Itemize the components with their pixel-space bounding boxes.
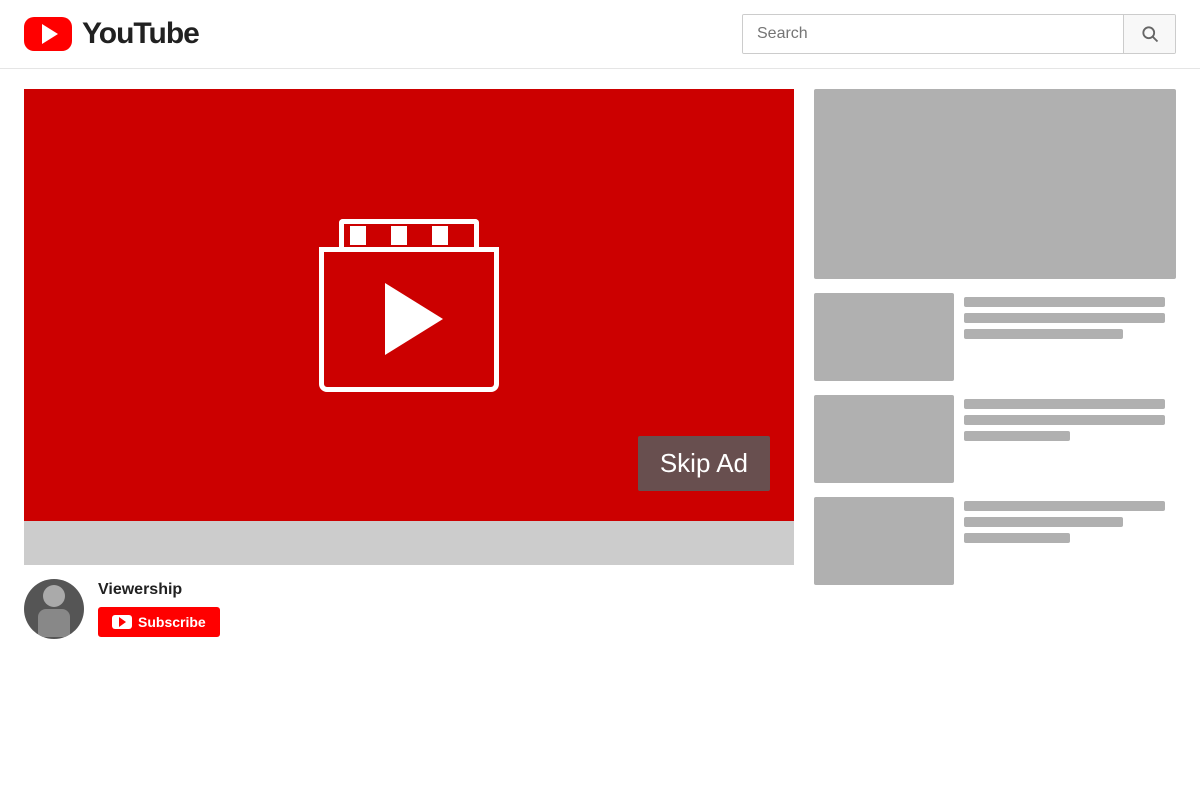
film-strip-4 xyxy=(411,226,427,245)
channel-details: Viewership Subscribe xyxy=(98,581,220,637)
film-strip-5 xyxy=(432,226,448,245)
youtube-play-triangle xyxy=(42,24,58,44)
avatar-body xyxy=(38,609,70,637)
suggested-list xyxy=(814,293,1176,585)
suggested-title-line-3 xyxy=(964,533,1070,543)
suggested-thumbnail xyxy=(814,497,954,585)
search-icon xyxy=(1140,24,1160,44)
film-play-triangle xyxy=(385,283,443,355)
film-strip-6 xyxy=(452,226,468,245)
avatar-head xyxy=(43,585,65,607)
list-item[interactable] xyxy=(814,497,1176,585)
suggested-thumbnail xyxy=(814,293,954,381)
ad-banner[interactable] xyxy=(814,89,1176,279)
suggested-title-line-2 xyxy=(964,313,1165,323)
list-item[interactable] xyxy=(814,395,1176,483)
suggested-title-line-3 xyxy=(964,431,1070,441)
subscribe-label: Subscribe xyxy=(138,614,206,630)
suggested-meta xyxy=(964,395,1176,441)
search-button[interactable] xyxy=(1123,15,1175,53)
video-controls-bar[interactable] xyxy=(24,521,794,565)
suggested-title-line-3 xyxy=(964,329,1123,339)
film-strip-3 xyxy=(391,226,407,245)
suggested-meta xyxy=(964,497,1176,543)
subscribe-button[interactable]: Subscribe xyxy=(98,607,220,637)
suggested-title-line-2 xyxy=(964,415,1165,425)
film-icon xyxy=(319,219,499,392)
film-body xyxy=(319,247,499,392)
suggested-title-line-2 xyxy=(964,517,1123,527)
subscribe-yt-icon xyxy=(112,615,132,629)
search-area xyxy=(742,14,1176,54)
film-top xyxy=(339,219,479,247)
skip-ad-button[interactable]: Skip Ad xyxy=(638,436,770,491)
suggested-title-line-1 xyxy=(964,501,1165,511)
suggested-meta xyxy=(964,293,1176,339)
subscribe-yt-play-triangle xyxy=(119,617,126,627)
main-content: Skip Ad Viewership Subscribe xyxy=(0,69,1200,659)
logo-area[interactable]: YouTube xyxy=(24,17,199,51)
suggested-title-line-1 xyxy=(964,399,1165,409)
logo-text: YouTube xyxy=(82,17,199,51)
video-player[interactable]: Skip Ad xyxy=(24,89,794,521)
list-item[interactable] xyxy=(814,293,1176,381)
film-strip-1 xyxy=(350,226,366,245)
search-input[interactable] xyxy=(743,15,1123,53)
avatar xyxy=(24,579,84,639)
film-strip-2 xyxy=(370,226,386,245)
right-column xyxy=(814,89,1176,639)
channel-name: Viewership xyxy=(98,581,220,599)
suggested-title-line-1 xyxy=(964,297,1165,307)
youtube-logo-icon xyxy=(24,17,72,51)
channel-info: Viewership Subscribe xyxy=(24,565,794,639)
suggested-thumbnail xyxy=(814,395,954,483)
header: YouTube xyxy=(0,0,1200,69)
left-column: Skip Ad Viewership Subscribe xyxy=(24,89,794,639)
avatar-figure xyxy=(36,585,72,639)
